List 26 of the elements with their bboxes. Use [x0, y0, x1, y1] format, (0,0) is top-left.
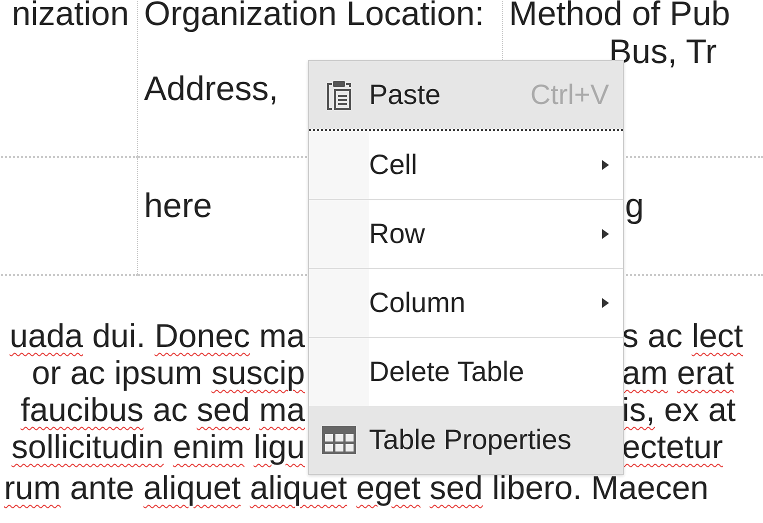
cell-text: Method of Pub [509, 0, 730, 34]
paragraph-text: ectetur [622, 428, 723, 465]
shortcut-text: Ctrl+V [530, 79, 609, 111]
paragraph-text: uada dui. Donec ma [10, 317, 305, 354]
menu-item[interactable]: Table Properties [309, 406, 623, 474]
submenu-arrow-icon [602, 298, 609, 308]
paragraph-text: s ac lect [622, 317, 744, 354]
table-icon [321, 425, 357, 455]
submenu-arrow-icon [602, 229, 609, 239]
paragraph-text: is, ex at [622, 391, 736, 428]
menu-item[interactable]: Paste Ctrl+V [309, 61, 623, 129]
clipboard-icon [324, 79, 354, 111]
cell-text: Address, [144, 71, 278, 108]
menu-item[interactable]: Row [309, 200, 623, 268]
menu-item[interactable]: Cell [309, 131, 623, 199]
submenu-arrow-icon [602, 160, 609, 170]
cell-text: Organization Location: [144, 0, 484, 34]
cell-text: nization [12, 0, 129, 34]
paragraph-text: faucibus ac sed ma [20, 391, 305, 428]
menu-item[interactable]: Column [309, 269, 623, 337]
paragraph-text: sollicitudin enim ligu [12, 428, 305, 465]
paragraph-text: am erat [622, 354, 734, 391]
cell-text: g [625, 188, 644, 226]
cell-text: here [144, 188, 212, 226]
menu-item[interactable]: Delete Table [309, 338, 623, 406]
paragraph-text: or ac ipsum suscip [32, 354, 305, 391]
